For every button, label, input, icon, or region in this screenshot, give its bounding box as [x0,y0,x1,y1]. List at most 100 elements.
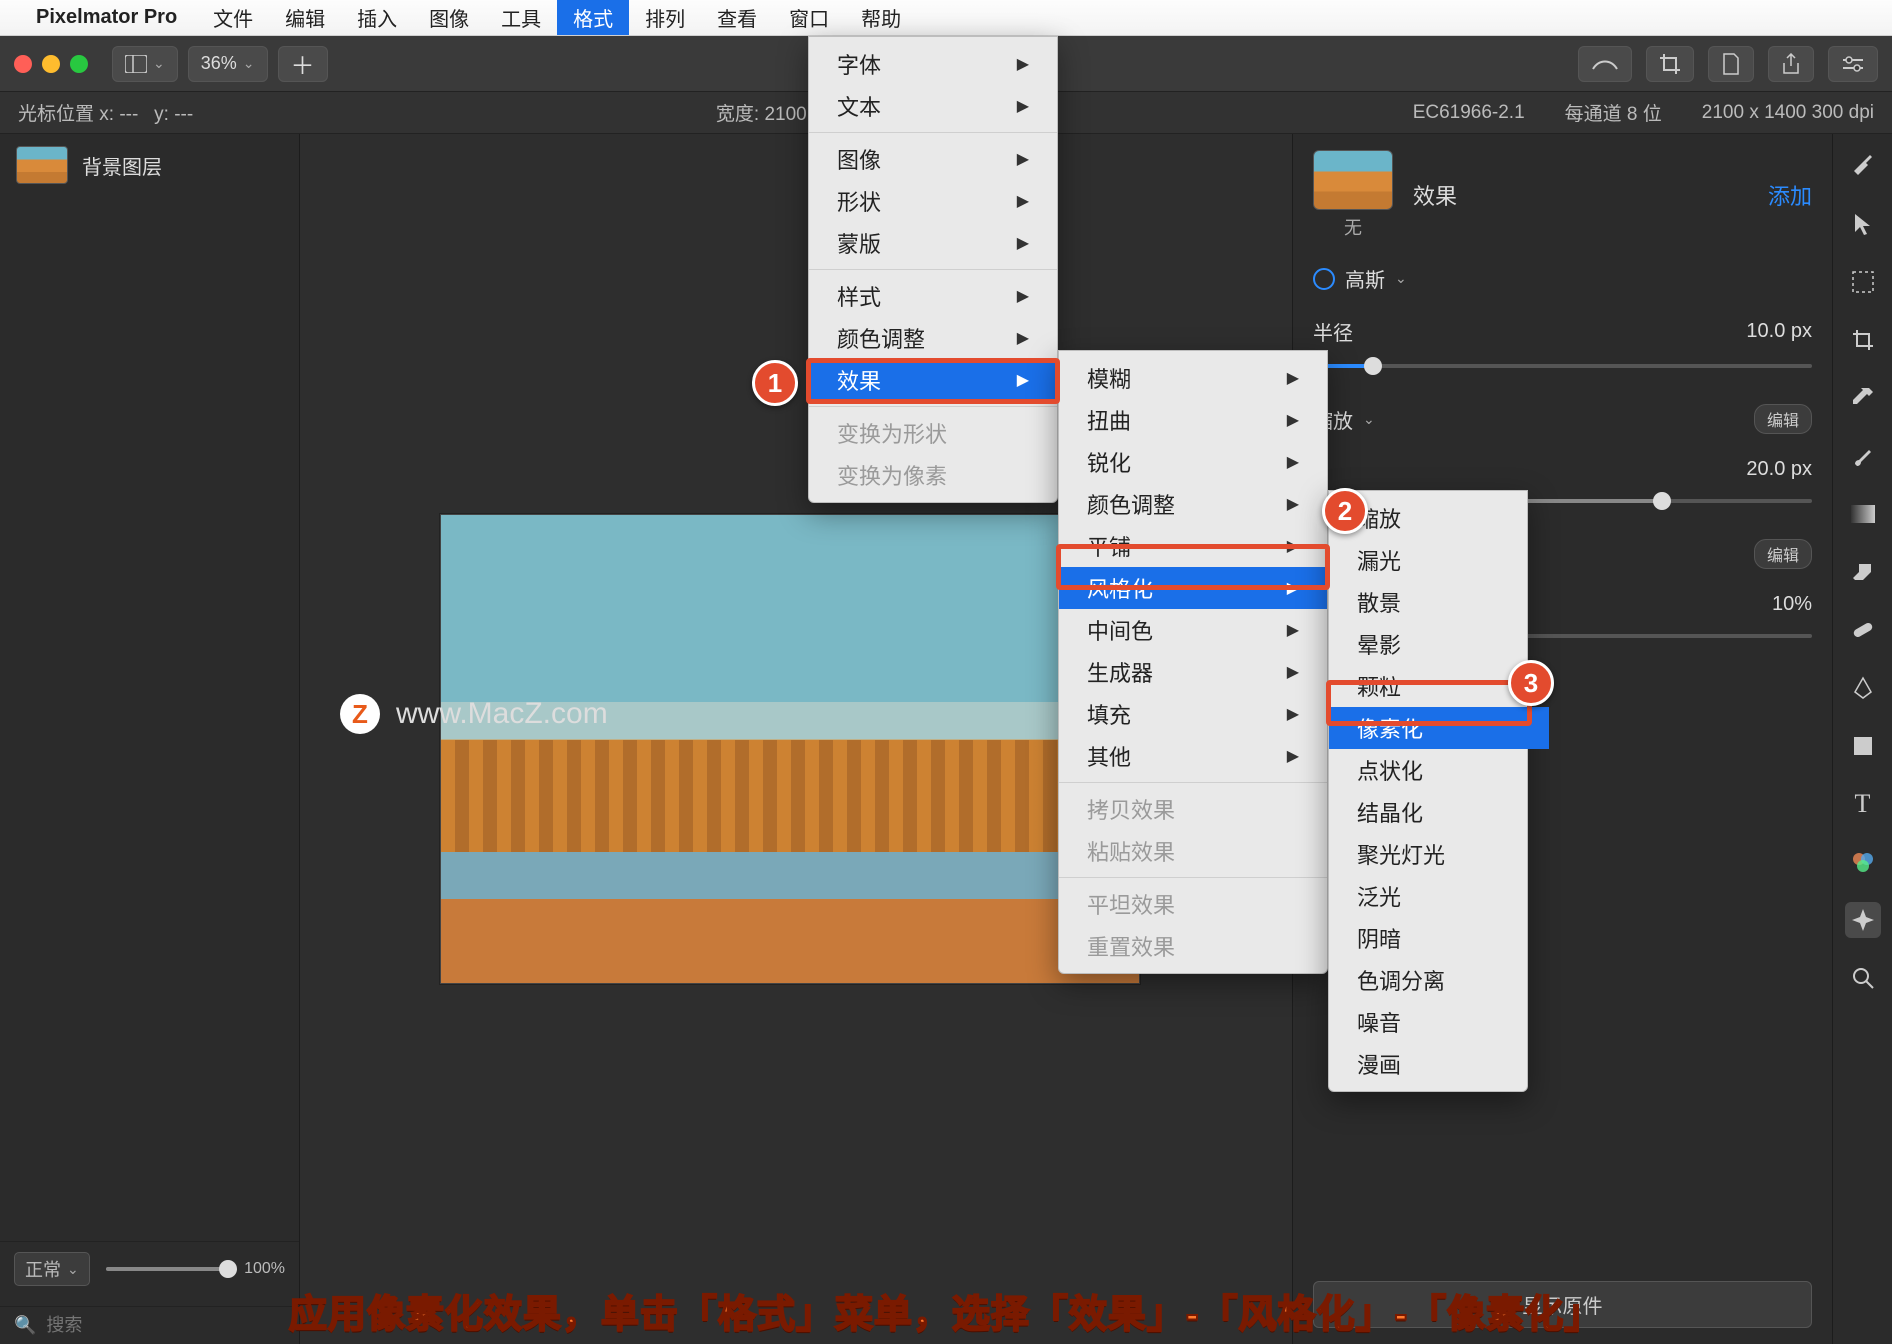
menu-item-shape[interactable]: 形状▶ [809,180,1057,222]
cursor-y-value: --- [174,104,193,125]
menu-edit[interactable]: 编辑 [269,0,341,35]
menu-file[interactable]: 文件 [197,0,269,35]
tool-pen[interactable] [1845,670,1881,706]
menu-item-font[interactable]: 字体▶ [809,43,1057,85]
tool-heal[interactable] [1845,612,1881,648]
submenu-color-adjust[interactable]: 颜色调整▶ [1059,483,1327,525]
stylize-pixelate[interactable]: 像素化 [1329,707,1549,749]
tool-crop[interactable] [1845,322,1881,358]
zoom-level-button[interactable]: 36% ⌄ [188,46,268,82]
stylize-pointillize[interactable]: 点状化 [1329,749,1549,791]
zoom-level-label: 36% [201,53,237,74]
crop-icon [1659,53,1681,75]
tool-eraser[interactable] [1845,554,1881,590]
menu-item-image[interactable]: 图像▶ [809,138,1057,180]
tool-text[interactable]: T [1845,786,1881,822]
blend-mode-button[interactable]: 正常⌄ [14,1252,90,1286]
menu-view[interactable]: 查看 [701,0,773,35]
effect-gaussian-row[interactable]: 高斯⌄ [1313,264,1812,293]
effect-gaussian-label: 高斯 [1345,264,1385,293]
bit-depth: 每通道 8 位 [1565,99,1662,126]
tool-effects[interactable] [1845,902,1881,938]
menu-item-convert-shape: 变换为形状 [809,412,1057,454]
stylize-comic[interactable]: 漫画 [1329,1043,1549,1085]
menu-insert[interactable]: 插入 [341,0,413,35]
hammer-icon [1850,153,1876,179]
tool-shape[interactable] [1845,728,1881,764]
stylize-bloom[interactable]: 泛光 [1329,875,1549,917]
tool-eyedropper[interactable] [1845,380,1881,416]
stylize-spotlight[interactable]: 聚光灯光 [1329,833,1549,875]
tool-arrow[interactable] [1845,206,1881,242]
sliders-icon [1841,55,1865,73]
submenu-generator[interactable]: 生成器▶ [1059,651,1327,693]
stylize-crystallize[interactable]: 结晶化 [1329,791,1549,833]
export-button[interactable] [1708,46,1754,82]
add-button[interactable]: ＋ [278,46,328,82]
tool-color[interactable] [1845,844,1881,880]
sidebar-toggle-button[interactable]: ⌄ [112,46,178,82]
callout-3: 3 [1508,660,1554,706]
submenu-fill[interactable]: 填充▶ [1059,693,1327,735]
layer-row[interactable]: 背景图层 [0,134,299,196]
add-effect-button[interactable]: 添加 [1768,179,1812,211]
menu-tools[interactable]: 工具 [485,0,557,35]
close-button[interactable] [14,55,32,73]
tool-style[interactable] [1845,148,1881,184]
submenu-tile[interactable]: 平铺▶ [1059,525,1327,567]
settings-button[interactable] [1828,46,1878,82]
document-canvas[interactable] [440,514,1140,984]
watermark-text: www.MacZ.com [396,697,608,731]
marquee-icon [1851,270,1875,294]
submenu-distort[interactable]: 扭曲▶ [1059,399,1327,441]
submenu-blur[interactable]: 模糊▶ [1059,357,1327,399]
inspector-thumb [1313,150,1393,210]
menu-format[interactable]: 格式 [557,0,629,35]
menu-help[interactable]: 帮助 [845,0,917,35]
tool-brush[interactable] [1845,438,1881,474]
cursor-x-value: --- [119,104,138,125]
crop-button[interactable] [1646,46,1694,82]
opacity-slider[interactable] [106,1267,228,1271]
submenu-stylize[interactable]: 风格化▶ [1059,567,1327,609]
square-icon [1852,735,1874,757]
menu-arrange[interactable]: 排列 [629,0,701,35]
app-name[interactable]: Pixelmator Pro [36,6,177,29]
edit-pill-button[interactable]: 编辑 [1754,404,1812,434]
layer-name: 背景图层 [82,151,162,180]
menu-item-effects[interactable]: 效果▶ [809,359,1057,401]
menu-item-style[interactable]: 样式▶ [809,275,1057,317]
submenu-sharpen[interactable]: 锐化▶ [1059,441,1327,483]
retouch-button[interactable] [1578,46,1632,82]
menu-image[interactable]: 图像 [413,0,485,35]
edit-pill-button-2[interactable]: 编辑 [1754,539,1812,569]
sparkle-icon [1850,907,1876,933]
tool-gradient[interactable] [1845,496,1881,532]
stylize-bokeh[interactable]: 散景 [1329,581,1549,623]
stylize-light-leak[interactable]: 漏光 [1329,539,1549,581]
stylize-posterize[interactable]: 色调分离 [1329,959,1549,1001]
callout-2: 2 [1322,488,1368,534]
chevron-down-icon: ⌄ [243,55,255,72]
menu-window[interactable]: 窗口 [773,0,845,35]
watermark-badge: Z [340,694,380,734]
toggle-ring-icon[interactable] [1313,268,1335,290]
stylize-vignette[interactable]: 晕影 [1329,623,1549,665]
tool-zoom[interactable] [1845,960,1881,996]
bandage-icon [1851,618,1875,642]
chevron-down-icon: ⌄ [153,55,165,72]
radius-slider[interactable] [1313,364,1812,368]
menu-item-color-adjust[interactable]: 颜色调整▶ [809,317,1057,359]
tool-marquee[interactable] [1845,264,1881,300]
submenu-other[interactable]: 其他▶ [1059,735,1327,777]
minimize-button[interactable] [42,55,60,73]
stylize-gloom[interactable]: 阴暗 [1329,917,1549,959]
macos-menubar: Pixelmator Pro 文件 编辑 插入 图像 工具 格式 排列 查看 窗… [0,0,1892,36]
submenu-halftone[interactable]: 中间色▶ [1059,609,1327,651]
zoom-button[interactable] [70,55,88,73]
stylize-noise[interactable]: 噪音 [1329,1001,1549,1043]
share-button[interactable] [1768,46,1814,82]
menu-item-mask[interactable]: 蒙版▶ [809,222,1057,264]
eraser-icon [1851,562,1875,582]
menu-item-text[interactable]: 文本▶ [809,85,1057,127]
